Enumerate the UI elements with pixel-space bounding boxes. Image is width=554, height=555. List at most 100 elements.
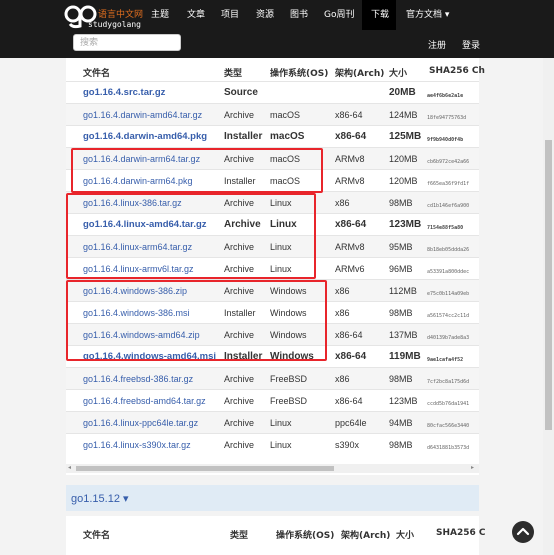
- top-navbar: 语言中文网 studygolang 主题 文章 项目 资源 图书 Go周刊 下载…: [0, 0, 554, 58]
- size-cell: 123MB: [389, 219, 422, 230]
- arch-cell: x86-64: [335, 131, 367, 142]
- table-horizontal-scrollbar-thumb[interactable]: [76, 466, 334, 471]
- page-scrollbar-thumb[interactable]: [545, 140, 552, 430]
- kind-cell: Archive: [224, 418, 255, 428]
- sha256-cell: 7154e88f5a80: [427, 225, 464, 231]
- sha256-cell: f665ea36f9fd1f: [427, 181, 470, 187]
- header2-os: 操作系统(OS): [276, 531, 335, 541]
- size-cell: 125MB: [389, 131, 422, 142]
- nav-item-projects[interactable]: 项目: [221, 7, 239, 23]
- sha256-cell: cd1b146ef6a900: [427, 203, 470, 209]
- header-arch: 架构(Arch): [335, 69, 385, 79]
- highlight-windows: [66, 280, 327, 361]
- kind-cell: Installer: [224, 131, 263, 142]
- downloads-panel-next: [66, 516, 479, 555]
- size-cell: 120MB: [389, 176, 418, 186]
- table-row: go1.16.4.darwin-amd64.tar.gz Archive macOS…: [66, 103, 479, 125]
- header-kind: 类型: [224, 69, 243, 79]
- size-cell: 98MB: [389, 198, 413, 208]
- sha256-cell: ae4f6b6e2a1e: [427, 93, 464, 99]
- size-cell: 120MB: [389, 154, 418, 164]
- search-input[interactable]: [73, 34, 181, 51]
- sha256-cell: 80cfac566e3440: [427, 423, 470, 429]
- size-cell: 112MB: [389, 286, 417, 296]
- table-row: go1.16.4.freebsd-amd64.tar.gz Archive Free…: [66, 389, 479, 411]
- header-size: 大小: [389, 69, 408, 79]
- filename-link[interactable]: go1.16.4.freebsd-amd64.tar.gz: [83, 395, 206, 407]
- brand-en: studygolang: [88, 20, 141, 29]
- os-cell: Linux: [270, 418, 292, 428]
- nav-item-books[interactable]: 图书: [290, 7, 308, 23]
- nav-item-docs[interactable]: 官方文档 ▾: [406, 7, 449, 23]
- kind-cell: Archive: [224, 440, 255, 450]
- size-cell: 98MB: [389, 308, 413, 318]
- size-cell: 94MB: [389, 418, 413, 428]
- filename-link[interactable]: go1.16.4.src.tar.gz: [83, 87, 165, 99]
- filename-link[interactable]: go1.16.4.linux-s390x.tar.gz: [83, 439, 191, 451]
- nav-item-resources[interactable]: 资源: [256, 7, 274, 23]
- kind-cell: Archive: [224, 396, 255, 406]
- arch-cell: ARMv8: [335, 242, 365, 252]
- os-cell: Linux: [270, 440, 292, 450]
- version-toggle-label[interactable]: go1.15.12 ▾: [71, 492, 129, 505]
- arrow-left-icon[interactable]: ◂: [68, 464, 71, 471]
- size-cell: 137MB: [389, 330, 418, 340]
- arrow-right-icon[interactable]: ▸: [471, 464, 474, 471]
- kind-cell: Source: [224, 87, 258, 98]
- login-link[interactable]: 登录: [462, 38, 480, 51]
- arch-cell: x86: [335, 374, 350, 384]
- filename-link[interactable]: go1.16.4.linux-ppc64le.tar.gz: [83, 417, 198, 429]
- arch-cell: x86: [335, 286, 350, 296]
- os-cell: macOS: [270, 110, 301, 120]
- os-cell: FreeBSD: [270, 374, 308, 384]
- size-cell: 96MB: [389, 264, 413, 274]
- register-link[interactable]: 注册: [428, 38, 446, 51]
- sha256-cell: 8b18eb05ddda26: [427, 247, 470, 253]
- brand-cn: 语言中文网: [98, 10, 144, 20]
- arch-cell: x86-64: [335, 110, 363, 120]
- sha256-cell: 9f9b940d0f4b: [427, 137, 464, 143]
- nav-item-topics[interactable]: 主题: [151, 7, 169, 23]
- size-cell: 123MB: [389, 396, 418, 406]
- arch-cell: x86-64: [335, 330, 363, 340]
- filename-link[interactable]: go1.16.4.freebsd-386.tar.gz: [83, 373, 193, 385]
- header-os: 操作系统(OS): [270, 69, 329, 79]
- sha256-cell: e75c0b114a09eb: [427, 291, 470, 297]
- header2-sha256: SHA256 C: [436, 528, 486, 538]
- sha256-cell: ccdd5b76da1941: [427, 401, 470, 407]
- arch-cell: ARMv8: [335, 176, 365, 186]
- sha256-cell: d40139b7ade8a3: [427, 335, 470, 341]
- back-to-top-button[interactable]: [512, 521, 534, 543]
- site-logo[interactable]: 语言中文网 studygolang: [64, 4, 144, 30]
- table-row: go1.16.4.src.tar.gz Source 20MB ae4f6b6e2a1…: [66, 81, 479, 103]
- os-cell: FreeBSD: [270, 396, 308, 406]
- nav-item-articles[interactable]: 文章: [187, 7, 205, 23]
- arch-cell: s390x: [335, 440, 360, 450]
- arch-cell: x86-64: [335, 219, 367, 230]
- filename-link[interactable]: go1.16.4.darwin-amd64.pkg: [83, 131, 207, 143]
- os-cell: macOS: [270, 131, 305, 142]
- highlight-linux: [66, 193, 316, 279]
- header2-size: 大小: [396, 531, 415, 541]
- arch-cell: ppc64le: [335, 418, 367, 428]
- arch-cell: ARMv6: [335, 264, 365, 274]
- filename-link[interactable]: go1.16.4.darwin-amd64.tar.gz: [83, 109, 202, 121]
- size-cell: 119MB: [389, 351, 421, 362]
- sha256-cell: a53391a800ddec: [427, 269, 470, 275]
- size-cell: 98MB: [389, 374, 413, 384]
- header2-kind: 类型: [230, 531, 249, 541]
- nav-item-weekly[interactable]: Go周刊: [324, 7, 354, 23]
- header2-filename: 文件名: [83, 531, 111, 541]
- table-row: go1.16.4.freebsd-386.tar.gz Archive FreeBS…: [66, 367, 479, 389]
- header-sha256: SHA256 Ch: [429, 66, 485, 76]
- nav-item-download[interactable]: 下载: [371, 7, 389, 23]
- kind-cell: Archive: [224, 374, 255, 384]
- table-row: go1.16.4.linux-ppc64le.tar.gz Archive Linu…: [66, 411, 479, 433]
- kind-cell: Archive: [224, 110, 255, 120]
- arch-cell: x86: [335, 308, 350, 318]
- table-row: go1.16.4.darwin-amd64.pkg Installer macOS x…: [66, 125, 479, 147]
- table-row: go1.16.4.linux-s390x.tar.gz Archive Linux s…: [66, 433, 479, 455]
- highlight-darwin-arm64: [71, 148, 323, 193]
- chevron-up-icon: [516, 527, 530, 536]
- size-cell: 95MB: [389, 242, 413, 252]
